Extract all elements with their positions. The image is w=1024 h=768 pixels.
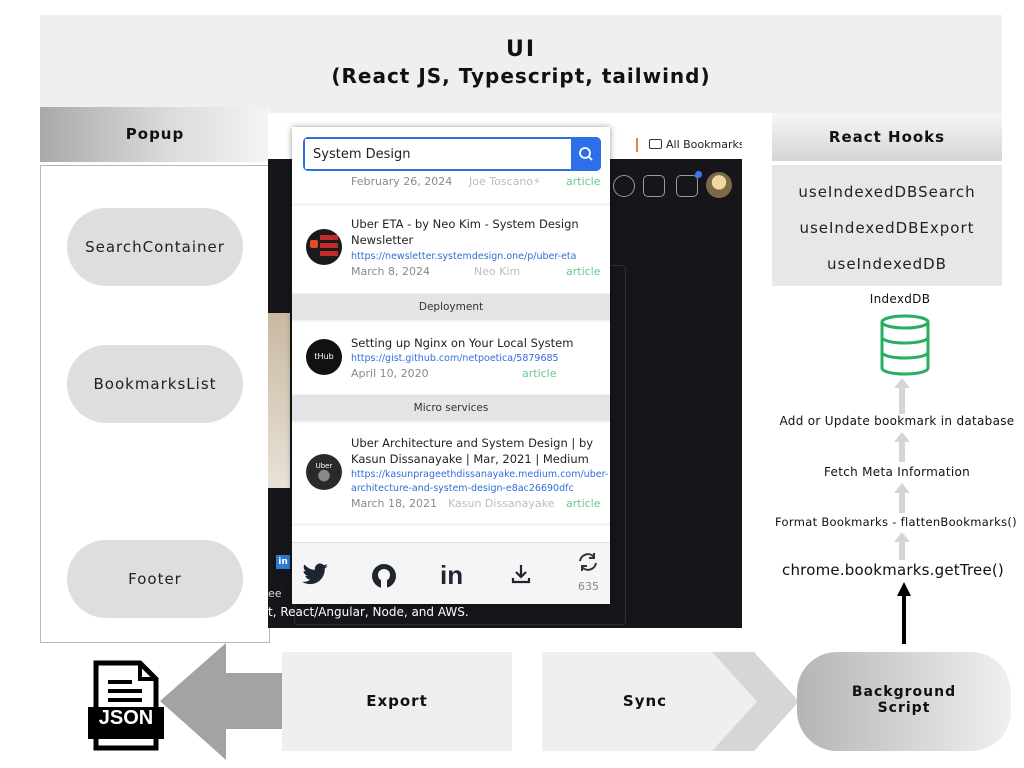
all-bookmarks-label: All Bookmarks (666, 138, 742, 151)
github-gist-thumbnail: tHub Gist (306, 339, 342, 375)
architecture-diagram: UI (React JS, Typescript, tailwind) Popu… (0, 0, 1024, 768)
react-hooks-header: React Hooks (772, 113, 1002, 161)
bookmark-count: 635 (578, 580, 599, 593)
footer-pill: Footer (67, 540, 243, 618)
card-type: article (566, 175, 601, 188)
notification-dot (695, 171, 702, 178)
export-arrow-icon (160, 643, 284, 760)
inbox-icon (676, 175, 698, 197)
twitter-icon[interactable] (302, 563, 330, 587)
arrow-up-icon (894, 483, 910, 513)
bookmarks-list-pill: BookmarksList (67, 345, 243, 423)
background-script-line2: Script (877, 700, 931, 716)
ui-banner-subtitle: (React JS, Typescript, tailwind) (331, 64, 711, 88)
card-date: February 26, 2024 (351, 175, 453, 188)
pipeline-step-format: Format Bookmarks - flattenBookmarks() (775, 515, 1017, 529)
card-date: April 10, 2020 (351, 367, 429, 380)
bookmark-popup: February 26, 2024 Joe Toscano⚡ article U… (292, 127, 610, 604)
group-header-micro-services: Micro services (292, 395, 610, 421)
popup-header: Popup (40, 107, 270, 162)
database-icon (880, 314, 930, 376)
github-icon[interactable] (371, 563, 397, 589)
hook-use-indexeddb-export: useIndexedDBExport (799, 219, 975, 237)
user-avatar (706, 172, 732, 198)
card-author: Kasun Dissanayake (448, 497, 555, 510)
pull-request-icon (643, 175, 665, 197)
card-author: Neo Kim (474, 265, 521, 278)
card-type: article (522, 367, 557, 380)
react-hooks-box: useIndexedDBSearch useIndexedDBExport us… (772, 165, 1002, 286)
search-button[interactable] (571, 137, 601, 171)
card-title-line2[interactable]: Newsletter (351, 232, 413, 248)
image-strip (268, 313, 290, 488)
arrow-up-icon (894, 532, 910, 560)
page-bottom-text: t, React/Angular, Node, and AWS. (268, 605, 469, 619)
card-url[interactable]: https://gist.github.com/netpoetica/58796… (351, 352, 559, 366)
card-author: Joe Toscano⚡ (469, 175, 541, 188)
database-label: IndexdDB (869, 292, 931, 306)
card-title-line1[interactable]: Uber Architecture and System Design | by (351, 435, 593, 451)
ui-banner: UI (React JS, Typescript, tailwind) (40, 15, 1002, 113)
background-script-node: Background Script (797, 652, 1011, 751)
sync-icon[interactable] (576, 551, 600, 573)
card-date: March 8, 2024 (351, 265, 431, 278)
uber-thumbnail: Uber (306, 454, 342, 490)
hook-use-indexeddb-search: useIndexedDBSearch (798, 183, 976, 201)
card-title-line1[interactable]: Setting up Nginx on Your Local System (351, 335, 573, 351)
folder-icon (649, 139, 662, 149)
background-script-line1: Background (851, 684, 957, 700)
download-icon[interactable] (510, 563, 532, 585)
arrow-up-icon (897, 582, 911, 644)
popup-footer: in 635 (292, 542, 610, 604)
all-bookmarks-folder[interactable]: All Bookmarks (638, 138, 742, 151)
hook-use-indexeddb: useIndexedDB (827, 255, 947, 273)
linkedin-icon[interactable]: in (440, 560, 463, 591)
list-item[interactable]: tHub Gist Setting up Nginx on Your Local… (292, 322, 610, 394)
pipeline-step-fetch-meta: Fetch Meta Information (823, 465, 971, 479)
arrow-up-icon (894, 432, 910, 462)
pipeline-step-get-tree: chrome.bookmarks.getTree() (782, 561, 1004, 579)
pipeline-step-add-update: Add or Update bookmark in database (779, 414, 1015, 428)
ui-banner-title: UI (505, 37, 537, 62)
json-file-icon (88, 660, 164, 751)
search-icon (579, 147, 593, 161)
circle-dot-icon (613, 175, 635, 197)
export-label: Export (282, 652, 512, 751)
card-url-line2[interactable]: architecture-and-system-design-e8ac26690… (351, 482, 574, 496)
search-container-pill: SearchContainer (67, 208, 243, 286)
newsletter-thumbnail (306, 229, 342, 265)
list-item[interactable] (292, 526, 610, 542)
sync-label: Sync (622, 692, 668, 710)
card-type: article (566, 265, 601, 278)
group-header-deployment: Deployment (292, 294, 610, 320)
card-title-line1[interactable]: Uber ETA - by Neo Kim - System Design (351, 216, 579, 232)
search-container (303, 137, 601, 171)
card-url[interactable]: https://newsletter.systemdesign.one/p/ub… (351, 250, 576, 264)
list-item[interactable]: Uber Uber Architecture and System Design… (292, 423, 610, 523)
search-input[interactable] (305, 139, 571, 169)
arrow-up-icon (894, 378, 910, 414)
clipped-text: ee (268, 587, 282, 600)
json-file-label: JSON (98, 707, 154, 729)
uber-thumb-text: Uber (315, 462, 333, 470)
card-type: article (566, 497, 601, 510)
card-title-line2[interactable]: Kasun Dissanayake | Mar, 2021 | Medium (351, 451, 589, 467)
list-item[interactable]: Uber ETA - by Neo Kim - System Design Ne… (292, 206, 610, 293)
card-url-line1[interactable]: https://kasunprageethdissanayake.medium.… (351, 468, 608, 482)
card-date: March 18, 2021 (351, 497, 438, 510)
linkedin-badge-icon: in (276, 555, 290, 569)
gist-thumb-text: tHub Gist (314, 352, 334, 361)
